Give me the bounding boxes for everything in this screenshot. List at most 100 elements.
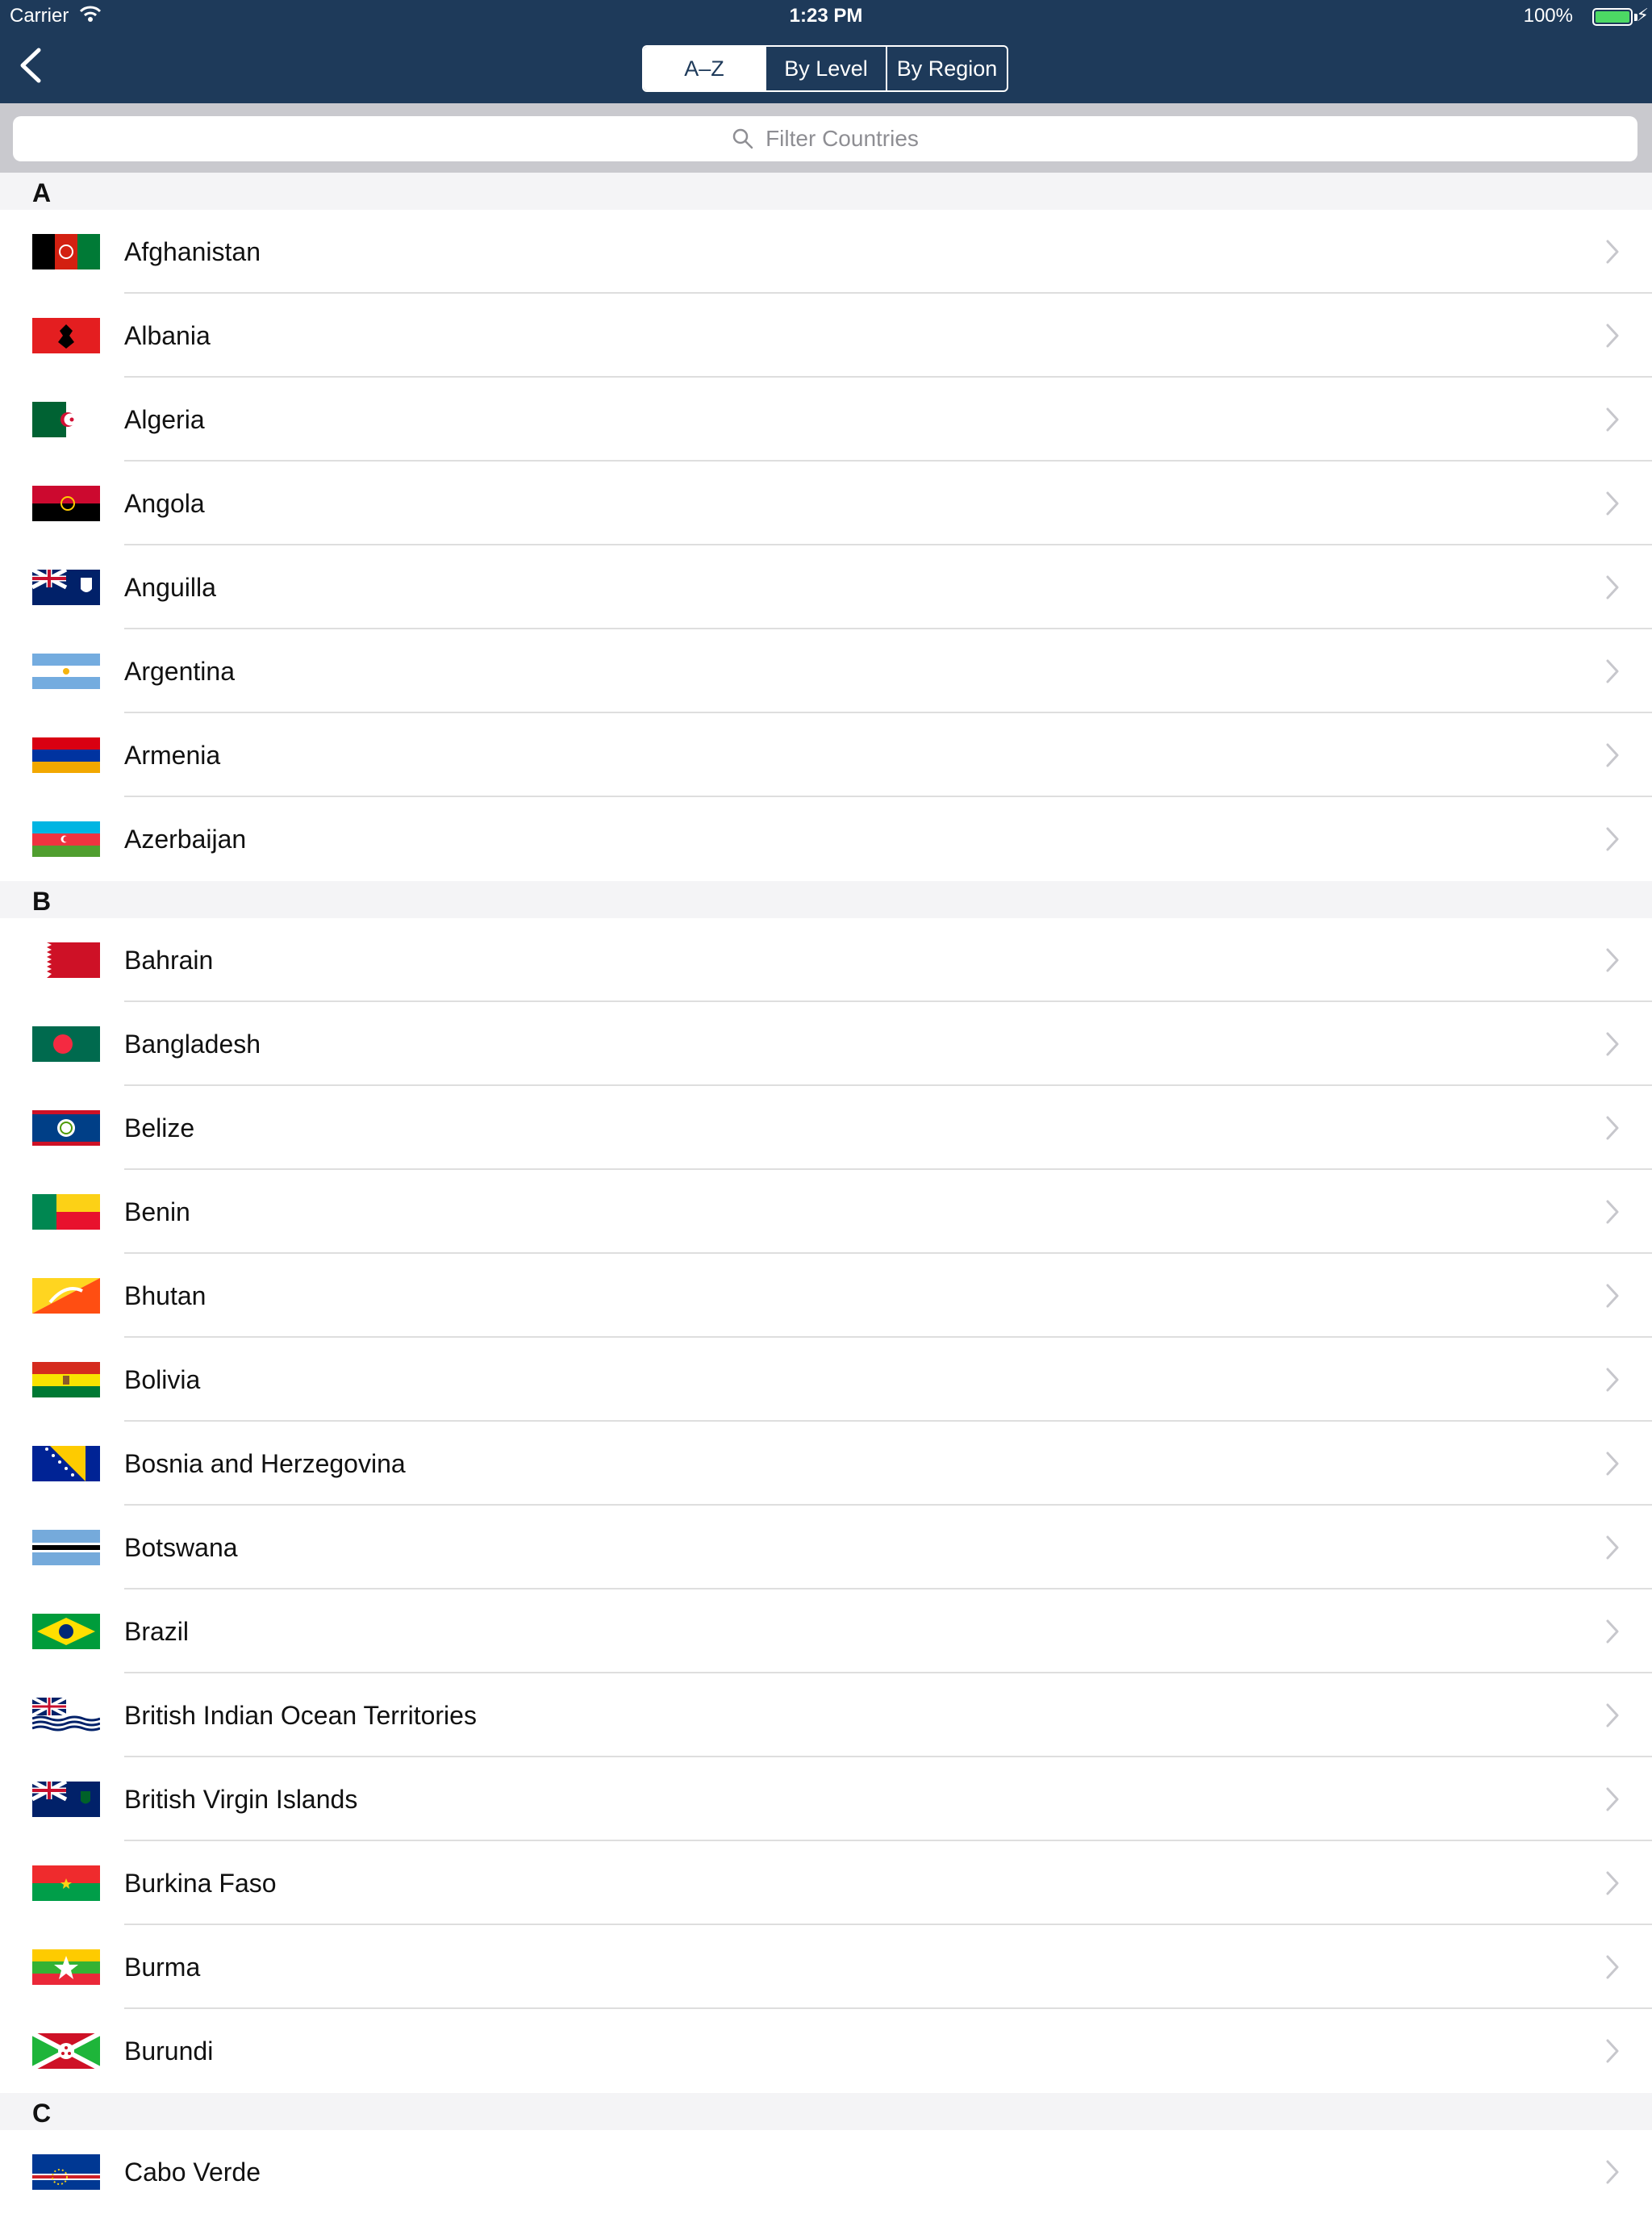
country-name: Anguilla bbox=[124, 573, 216, 602]
section-header-a: A bbox=[0, 173, 1652, 210]
flag-icon bbox=[32, 1782, 100, 1817]
country-name: Albania bbox=[124, 321, 211, 350]
country-row[interactable]: Burundi bbox=[0, 2009, 1652, 2093]
chevron-right-icon bbox=[1606, 1116, 1619, 1140]
chevron-right-icon bbox=[1606, 1032, 1619, 1056]
flag-icon bbox=[32, 1865, 100, 1901]
country-row[interactable]: Botswana bbox=[0, 1506, 1652, 1589]
country-row[interactable]: British Indian Ocean Territories bbox=[0, 1673, 1652, 1757]
country-row[interactable]: Belize bbox=[0, 1086, 1652, 1170]
flag-icon bbox=[32, 318, 100, 353]
country-row[interactable]: Argentina bbox=[0, 629, 1652, 713]
chevron-right-icon bbox=[1606, 659, 1619, 683]
country-name: Azerbaijan bbox=[124, 825, 247, 854]
chevron-right-icon bbox=[1606, 827, 1619, 851]
chevron-right-icon bbox=[1606, 1535, 1619, 1560]
chevron-right-icon bbox=[1606, 1200, 1619, 1224]
chevron-right-icon bbox=[1606, 1871, 1619, 1895]
flag-icon bbox=[32, 821, 100, 857]
country-name: Afghanistan bbox=[124, 237, 261, 266]
country-name: Bosnia and Herzegovina bbox=[124, 1449, 406, 1478]
country-row[interactable]: Angola bbox=[0, 462, 1652, 545]
flag-icon bbox=[32, 1026, 100, 1062]
country-name: Burma bbox=[124, 1953, 201, 1982]
country-list[interactable]: A Afghanistan Albania Algeria Angola Anguilla… bbox=[0, 173, 1652, 2214]
battery-icon bbox=[1592, 8, 1633, 26]
chevron-right-icon bbox=[1606, 1787, 1619, 1811]
section-header-c: C bbox=[0, 2093, 1652, 2130]
country-name: Argentina bbox=[124, 657, 235, 686]
clock: 1:23 PM bbox=[789, 5, 863, 27]
flag-icon bbox=[32, 2154, 100, 2190]
flag-icon bbox=[32, 486, 100, 521]
flag-icon bbox=[32, 1698, 100, 1733]
flag-icon bbox=[32, 654, 100, 689]
chevron-right-icon bbox=[1606, 575, 1619, 599]
navigation-bar: Carrier 1:23 PM 100% ⚡ A–Z By Level By R… bbox=[0, 0, 1652, 103]
country-row[interactable]: Burkina Faso bbox=[0, 1841, 1652, 1925]
flag-icon bbox=[32, 1614, 100, 1649]
chevron-right-icon bbox=[1606, 2160, 1619, 2184]
search-bar-container: Filter Countries bbox=[0, 103, 1652, 173]
country-row[interactable]: Algeria bbox=[0, 378, 1652, 462]
country-row[interactable]: Bolivia bbox=[0, 1338, 1652, 1422]
country-row[interactable]: Brazil bbox=[0, 1589, 1652, 1673]
flag-icon bbox=[32, 1194, 100, 1230]
flag-icon bbox=[32, 942, 100, 978]
country-row[interactable]: Benin bbox=[0, 1170, 1652, 1254]
country-row[interactable]: Bahrain bbox=[0, 918, 1652, 1002]
search-input[interactable]: Filter Countries bbox=[13, 116, 1637, 161]
flag-icon bbox=[32, 1362, 100, 1397]
flag-icon bbox=[32, 234, 100, 269]
country-row[interactable]: Armenia bbox=[0, 713, 1652, 797]
country-row[interactable]: Afghanistan bbox=[0, 210, 1652, 294]
country-name: Burkina Faso bbox=[124, 1869, 277, 1898]
country-row[interactable]: Azerbaijan bbox=[0, 797, 1652, 881]
section-header-b: B bbox=[0, 881, 1652, 918]
country-name: British Indian Ocean Territories bbox=[124, 1701, 477, 1730]
country-name: Botswana bbox=[124, 1533, 238, 1562]
flag-icon bbox=[32, 570, 100, 605]
country-row[interactable]: Bangladesh bbox=[0, 1002, 1652, 1086]
flag-icon bbox=[32, 2033, 100, 2069]
segment-by-region[interactable]: By Region bbox=[886, 47, 1007, 90]
search-icon bbox=[732, 128, 753, 149]
chevron-right-icon bbox=[1606, 743, 1619, 767]
country-name: Bahrain bbox=[124, 946, 214, 975]
country-row[interactable]: Bhutan bbox=[0, 1254, 1652, 1338]
flag-icon bbox=[32, 1949, 100, 1985]
chevron-right-icon bbox=[1606, 1955, 1619, 1979]
country-row[interactable]: Cabo Verde bbox=[0, 2130, 1652, 2214]
segment-by-level[interactable]: By Level bbox=[765, 47, 886, 90]
flag-icon bbox=[32, 1530, 100, 1565]
country-row[interactable]: Albania bbox=[0, 294, 1652, 378]
chevron-right-icon bbox=[1606, 324, 1619, 348]
chevron-right-icon bbox=[1606, 1619, 1619, 1644]
chevron-left-icon[interactable] bbox=[15, 45, 47, 86]
chevron-right-icon bbox=[1606, 948, 1619, 972]
country-name: Angola bbox=[124, 489, 205, 518]
country-row[interactable]: British Virgin Islands bbox=[0, 1757, 1652, 1841]
flag-icon bbox=[32, 1110, 100, 1146]
search-placeholder: Filter Countries bbox=[766, 126, 919, 151]
country-name: Cabo Verde bbox=[124, 2158, 261, 2187]
chevron-right-icon bbox=[1606, 240, 1619, 264]
chevron-right-icon bbox=[1606, 1368, 1619, 1392]
chevron-right-icon bbox=[1606, 2039, 1619, 2063]
segment-a-z[interactable]: A–Z bbox=[644, 47, 765, 90]
chevron-right-icon bbox=[1606, 1284, 1619, 1308]
chevron-right-icon bbox=[1606, 1452, 1619, 1476]
charging-icon: ⚡ bbox=[1636, 5, 1649, 25]
country-name: Armenia bbox=[124, 741, 221, 770]
country-row[interactable]: Anguilla bbox=[0, 545, 1652, 629]
chevron-right-icon bbox=[1606, 1703, 1619, 1727]
country-row[interactable]: Bosnia and Herzegovina bbox=[0, 1422, 1652, 1506]
country-name: Bolivia bbox=[124, 1365, 201, 1394]
country-name: Burundi bbox=[124, 2036, 214, 2066]
country-name: Brazil bbox=[124, 1617, 190, 1646]
flag-icon bbox=[32, 737, 100, 773]
battery-percentage: 100% bbox=[1523, 5, 1573, 27]
flag-icon bbox=[32, 402, 100, 437]
country-row[interactable]: Burma bbox=[0, 1925, 1652, 2009]
flag-icon bbox=[32, 1278, 100, 1314]
